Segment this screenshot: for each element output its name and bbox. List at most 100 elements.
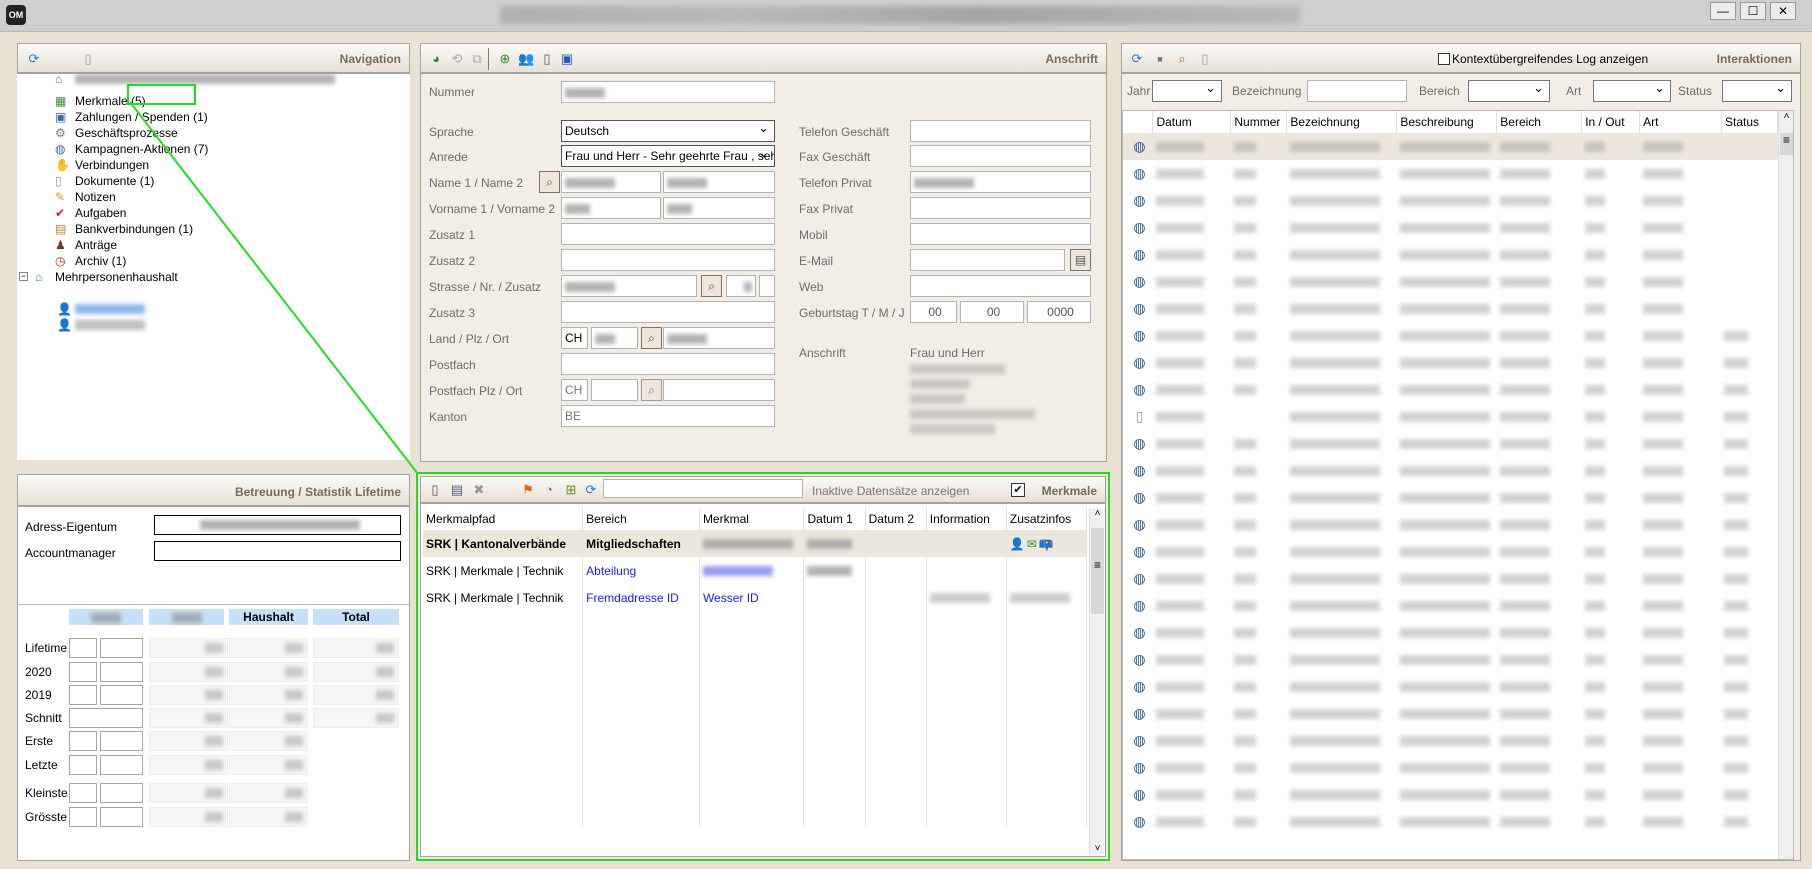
table-row[interactable]: SRK | Merkmale | Technik Fremdadresse ID W… bbox=[423, 584, 1088, 611]
history-icon[interactable]: ◔ bbox=[541, 482, 557, 498]
stop-icon[interactable]: ■ bbox=[1152, 51, 1168, 67]
bereich-select[interactable] bbox=[1468, 78, 1550, 102]
fax-geschaeft-field[interactable] bbox=[910, 145, 1091, 167]
postfach-plz-field[interactable] bbox=[591, 379, 638, 401]
root-node-label[interactable] bbox=[75, 74, 335, 84]
zusatz3-field[interactable] bbox=[561, 301, 775, 323]
ort-field[interactable] bbox=[663, 327, 775, 349]
column-header[interactable]: Zusatzinfos bbox=[1006, 508, 1088, 530]
fax-privat-field[interactable] bbox=[910, 197, 1091, 219]
new-icon[interactable]: ▯ bbox=[427, 482, 443, 498]
table-row[interactable]: ◍ bbox=[1123, 376, 1778, 403]
table-row[interactable]: ◍ bbox=[1123, 457, 1778, 484]
table-row[interactable]: ◍ bbox=[1123, 565, 1778, 592]
table-row[interactable]: ◍ bbox=[1123, 511, 1778, 538]
save-icon[interactable]: ▣ bbox=[559, 51, 575, 67]
table-row[interactable]: ◍ bbox=[1123, 322, 1778, 349]
interaktionen-scrollbar[interactable]: ˄ ≡ bbox=[1778, 111, 1793, 859]
status-select[interactable] bbox=[1722, 78, 1792, 102]
postfach-search-button[interactable]: ⌕ bbox=[641, 379, 662, 401]
anrede-select[interactable]: Frau und Herr - Sehr geehrte Frau , sehr bbox=[561, 145, 775, 167]
table-row[interactable]: ◍ bbox=[1123, 538, 1778, 565]
mobil-field[interactable] bbox=[910, 223, 1091, 245]
add-document-icon[interactable]: ⊞ bbox=[563, 482, 579, 498]
scroll-down-button[interactable]: ˅ bbox=[1090, 843, 1105, 854]
postfach-land-field[interactable]: CH bbox=[561, 379, 588, 401]
table-row[interactable]: ◍ bbox=[1123, 592, 1778, 619]
telefon-geschaeft-field[interactable] bbox=[910, 120, 1091, 142]
name-search-button[interactable]: ⌕ bbox=[539, 171, 560, 193]
strasse-field[interactable] bbox=[561, 275, 697, 297]
table-row[interactable]: ◍ bbox=[1123, 133, 1778, 160]
table-row[interactable]: ◍ bbox=[1123, 295, 1778, 322]
scroll-up-button[interactable]: ˄ bbox=[1090, 508, 1105, 526]
new-document-icon[interactable]: ▯ bbox=[539, 51, 555, 67]
scroll-up-button[interactable]: ˄ bbox=[1779, 111, 1793, 131]
strasse-search-button[interactable]: ⌕ bbox=[701, 275, 722, 297]
refresh-icon[interactable]: ⟳ bbox=[583, 482, 599, 498]
column-header[interactable]: Beschreibung bbox=[1396, 111, 1498, 133]
nav-item[interactable]: Notizen bbox=[75, 189, 116, 205]
telefon-privat-field[interactable] bbox=[910, 171, 1091, 193]
zusatz2-field[interactable] bbox=[561, 249, 775, 271]
close-button[interactable]: ✕ bbox=[1770, 2, 1796, 20]
nav-item[interactable]: Verbindungen bbox=[75, 157, 149, 173]
table-row[interactable]: ◍ bbox=[1123, 781, 1778, 808]
table-row[interactable]: ◍ bbox=[1123, 484, 1778, 511]
table-row[interactable]: ◍ bbox=[1123, 349, 1778, 376]
copy-icon[interactable]: ⧉ bbox=[469, 51, 485, 67]
users-icon[interactable]: 👥 bbox=[518, 51, 534, 67]
collapse-toggle[interactable]: − bbox=[19, 272, 28, 281]
plz-field[interactable] bbox=[591, 327, 638, 349]
geburtstag-jahr-field[interactable]: 0000 bbox=[1027, 301, 1091, 323]
column-header[interactable]: Merkmal bbox=[699, 508, 805, 530]
table-row[interactable]: ◍ bbox=[1123, 160, 1778, 187]
document-icon[interactable]: ▯ bbox=[1197, 51, 1213, 67]
minimize-button[interactable]: — bbox=[1710, 2, 1736, 20]
merkmale-scrollbar[interactable]: ˄ ≡ ˅ bbox=[1089, 508, 1105, 854]
column-header[interactable]: Bereich bbox=[582, 508, 700, 530]
postfach-ort-field[interactable] bbox=[663, 379, 775, 401]
mail-icon[interactable]: ✉ bbox=[1027, 537, 1037, 551]
column-header[interactable]: Merkmalpfad bbox=[423, 508, 584, 530]
nummer-field[interactable] bbox=[561, 81, 775, 103]
web-field[interactable] bbox=[910, 275, 1091, 297]
column-header[interactable]: Datum 2 bbox=[865, 508, 927, 530]
accountmanager-field[interactable] bbox=[154, 541, 401, 561]
vorname1-field[interactable] bbox=[561, 197, 661, 219]
globe-icon[interactable]: ◕ bbox=[428, 51, 444, 67]
strasse-zusatz-field[interactable] bbox=[759, 275, 775, 297]
nav-item[interactable]: Archiv (1) bbox=[75, 253, 126, 269]
person-icon[interactable]: 👤 bbox=[1010, 537, 1025, 551]
table-row[interactable]: SRK | Kantonalverbände Mitgliedschaften 👤 ✉… bbox=[423, 530, 1088, 557]
name2-field[interactable] bbox=[663, 171, 775, 193]
table-row[interactable]: ◍ bbox=[1123, 241, 1778, 268]
table-row[interactable]: ◍ bbox=[1123, 268, 1778, 295]
sprache-select[interactable]: Deutsch bbox=[561, 118, 775, 142]
table-row[interactable]: ◍ bbox=[1123, 808, 1778, 835]
table-row[interactable]: ▯ bbox=[1123, 403, 1778, 430]
bezeichnung-input[interactable] bbox=[1307, 80, 1407, 102]
postfach-field[interactable] bbox=[561, 353, 775, 375]
add-link-icon[interactable]: ⊕ bbox=[497, 51, 513, 67]
refresh-icon[interactable]: ⟳ bbox=[26, 51, 42, 67]
art-select[interactable] bbox=[1593, 78, 1671, 102]
column-header[interactable]: Information bbox=[926, 508, 1007, 530]
inactive-checkbox[interactable]: ✔ bbox=[1011, 483, 1025, 497]
delete-icon[interactable]: ✖ bbox=[471, 482, 487, 498]
edit-document-icon[interactable]: ▤ bbox=[449, 482, 465, 498]
nav-item[interactable]: Zahlungen / Spenden (1) bbox=[75, 109, 208, 125]
hausnummer-field[interactable] bbox=[726, 275, 756, 297]
nav-item[interactable]: Dokumente (1) bbox=[75, 173, 154, 189]
table-row[interactable]: ◍ bbox=[1123, 700, 1778, 727]
column-header[interactable]: Art bbox=[1639, 111, 1722, 133]
table-row[interactable]: ◍ bbox=[1123, 214, 1778, 241]
column-header[interactable]: Datum bbox=[1152, 111, 1232, 133]
table-row[interactable]: ◍ bbox=[1123, 430, 1778, 457]
clipboard-icon[interactable]: ▤ bbox=[1070, 249, 1091, 271]
scroll-thumb[interactable]: ≡ bbox=[1780, 133, 1793, 155]
refresh-icon[interactable]: ⟳ bbox=[1129, 51, 1145, 67]
maximize-button[interactable]: ☐ bbox=[1740, 2, 1766, 20]
nav-item[interactable]: Mehrpersonenhaushalt bbox=[55, 269, 178, 285]
scroll-thumb[interactable]: ≡ bbox=[1091, 528, 1104, 614]
